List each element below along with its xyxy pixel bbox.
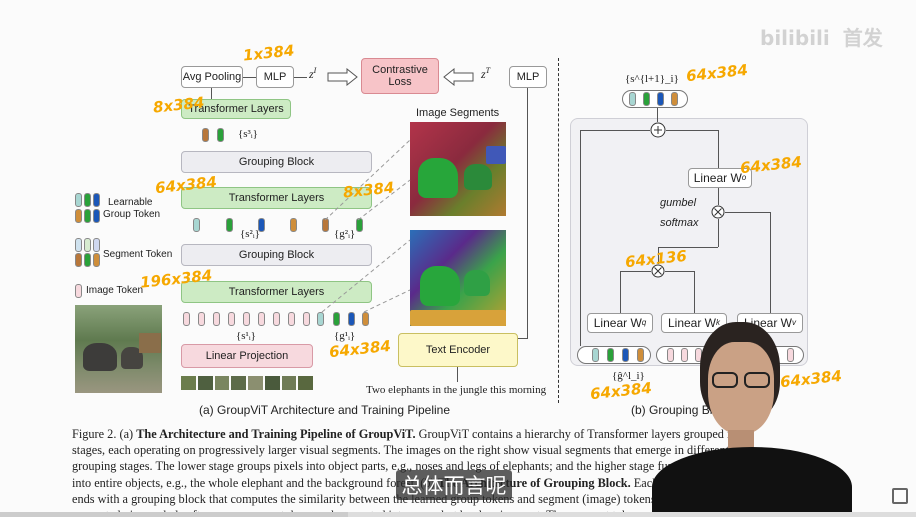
contrastive-loss-box: Contrastive Loss [361, 58, 439, 94]
connector [665, 271, 694, 272]
right-group-token-pill [577, 346, 651, 364]
connector [580, 130, 650, 131]
image-segments-title: Image Segments [416, 107, 500, 119]
legend-token [93, 253, 100, 267]
connector [770, 212, 771, 313]
legend-token [93, 238, 100, 252]
connector [527, 88, 528, 338]
plus-circle-icon [650, 122, 666, 138]
legend-token [84, 253, 91, 267]
legend-group-token-label: Group Token [103, 209, 161, 220]
group-token-brown [202, 128, 209, 142]
legend-segment-token-label: Segment Token [103, 249, 173, 260]
video-progress-fill [0, 512, 349, 517]
right-top-token-group [622, 90, 688, 108]
image-token [288, 312, 295, 326]
legend-learnable-label: Learnable [108, 197, 153, 208]
segment-image-top [410, 122, 506, 216]
image-token-row [183, 312, 313, 328]
linear-wq-box: Linear Wq [587, 313, 653, 333]
image-patch-strip [181, 376, 313, 390]
segment-token [226, 218, 233, 232]
softmax-label: softmax [660, 217, 699, 229]
connector [580, 130, 581, 346]
image-token [213, 312, 220, 326]
legend-token [75, 193, 82, 207]
image-token [183, 312, 190, 326]
segment-image-bottom [410, 230, 506, 326]
segment-token [193, 218, 200, 232]
legend-token [75, 284, 82, 298]
text-encoder-box: Text Encoder [398, 333, 518, 367]
connector [657, 108, 658, 122]
avg-pooling-box: Avg Pooling [181, 66, 243, 88]
connector [694, 271, 695, 313]
bilibili-watermark: bilibili 首发 [760, 22, 883, 51]
annotation-64x384-bottom: 64x384 [589, 378, 653, 404]
presenter-video [652, 312, 852, 517]
legend-token [84, 238, 91, 252]
watermark-tag: 首发 [842, 26, 883, 50]
legend-image-token-label: Image Token [86, 285, 144, 296]
connector [718, 219, 719, 247]
dashed-connectors [321, 140, 411, 313]
connector [457, 367, 458, 382]
z-image-label: zI [309, 66, 317, 81]
panel-divider [558, 58, 559, 403]
gumbel-label: gumbel [660, 197, 697, 209]
annotation-1x384: 1x384 [242, 41, 296, 65]
connector [666, 130, 718, 131]
connector [243, 77, 256, 78]
video-progress-track[interactable] [0, 512, 916, 517]
bilibili-logo: bilibili [760, 26, 830, 50]
screen-frame: Avg Pooling MLP zI Contrastive Loss zT M… [0, 0, 916, 517]
connector [518, 338, 528, 339]
arrow-right-outline-icon [327, 68, 358, 86]
loss-label: Loss [388, 76, 412, 88]
legend-token [75, 253, 82, 267]
elephant-photo [75, 305, 162, 393]
linear-projection-box: Linear Projection [181, 344, 313, 368]
legend-token [75, 209, 82, 223]
image-token [228, 312, 235, 326]
image-token [198, 312, 205, 326]
legend-token [93, 193, 100, 207]
connector [294, 77, 307, 78]
subtitle-a: (a) GroupViT Architecture and Training P… [199, 403, 451, 417]
connector [725, 212, 770, 213]
mlp-image-box: MLP [256, 66, 294, 88]
subtitle-overlay: 总体而言呢 [396, 470, 512, 500]
connector [718, 188, 719, 205]
connector [718, 130, 719, 168]
mlp-text-box: MLP [509, 66, 547, 88]
image-token [273, 312, 280, 326]
legend-token [84, 209, 91, 223]
s3-label: {s³ᵢ} [238, 128, 258, 140]
annotation-64x384-right-top: 64x384 [685, 60, 749, 86]
multiply-circle-icon [711, 205, 725, 219]
image-token [243, 312, 250, 326]
image-token [258, 312, 265, 326]
z-text-label: zT [481, 66, 491, 81]
contrastive-label: Contrastive [372, 64, 428, 76]
group-token-green [217, 128, 224, 142]
arrow-left-outline-icon [443, 68, 474, 86]
caption-sentence: Two elephants in the jungle this morning [366, 384, 547, 396]
fullscreen-icon[interactable] [892, 488, 908, 504]
legend-token [84, 193, 91, 207]
connector [620, 271, 621, 313]
legend-token [75, 238, 82, 252]
right-top-label: {s^{l+1}_i} [625, 73, 679, 85]
legend-token [93, 209, 100, 223]
segment-token [290, 218, 297, 232]
connector [211, 88, 212, 99]
connector [620, 271, 651, 272]
image-token [303, 312, 310, 326]
s1-label: {s¹ᵢ} [236, 330, 256, 342]
s2-label: {s²ᵢ} [240, 228, 260, 240]
